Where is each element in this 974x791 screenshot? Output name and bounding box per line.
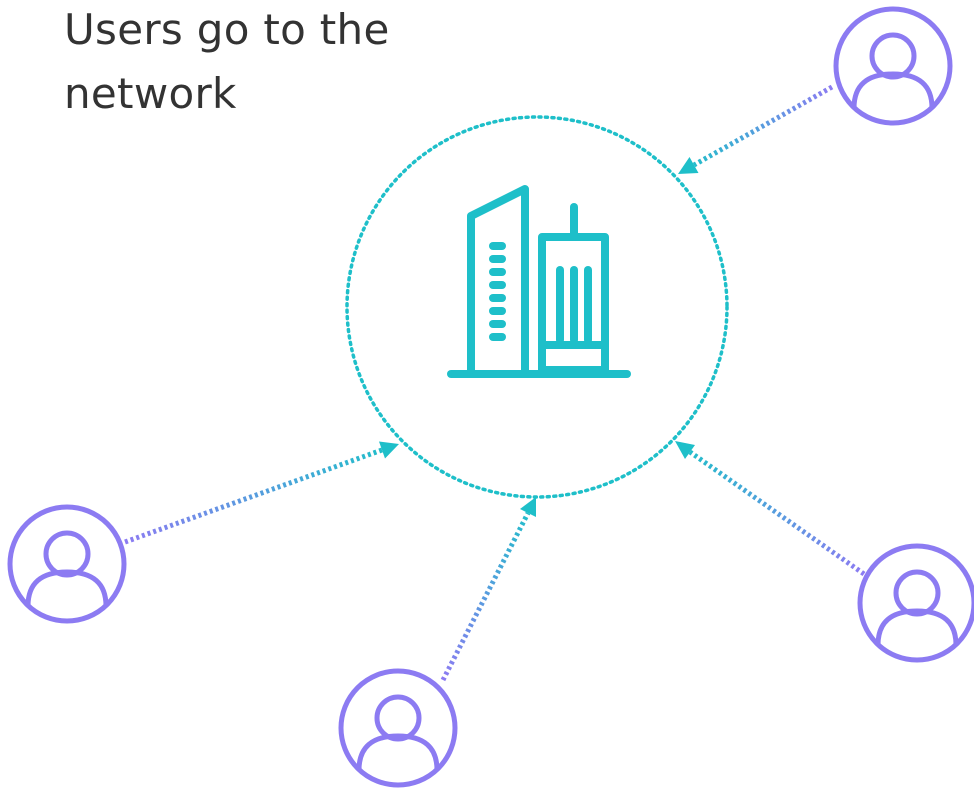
user-icon xyxy=(857,543,974,663)
network-circle xyxy=(345,115,729,499)
user-icon xyxy=(338,668,458,788)
office-building-icon xyxy=(447,185,631,378)
arrow-left xyxy=(124,441,399,545)
network-diagram xyxy=(7,6,974,788)
arrow-bottom xyxy=(440,497,536,682)
user-icon xyxy=(833,6,953,126)
arrow-right xyxy=(675,441,866,577)
user-icon xyxy=(7,504,127,624)
arrow-top-right xyxy=(678,84,834,174)
